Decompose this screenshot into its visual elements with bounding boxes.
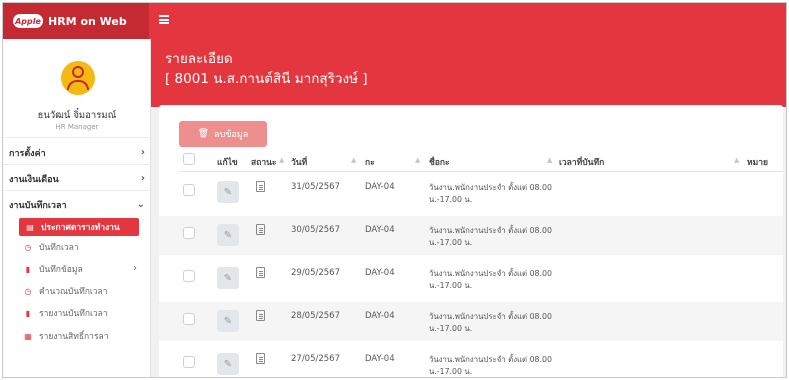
row-date: 29/05/2567 bbox=[291, 268, 340, 278]
submenu-item-label: ประกาศตารางทำงาน bbox=[41, 223, 120, 233]
top-bar: Apple HRM on Web bbox=[3, 3, 786, 39]
edit-pencil-icon[interactable]: ✎ bbox=[217, 181, 239, 203]
chevron-right-icon: › bbox=[140, 173, 145, 184]
page-header: รายละเอียด [ 8001 น.ส.กานต์สินี มากสุริว… bbox=[151, 39, 786, 107]
submenu-item-label: บันทึกเวลา bbox=[39, 243, 79, 253]
app-title: HRM on Web bbox=[48, 14, 127, 28]
user-name: ธนวัฒน์ จิ๋มอารมณ์ bbox=[37, 110, 117, 121]
column-header-recorded-time[interactable]: เวลาที่บันทึก bbox=[559, 155, 604, 169]
row-date: 27/05/2567 bbox=[291, 354, 340, 364]
document-icon[interactable] bbox=[256, 310, 265, 321]
table-row[interactable]: ✎ 29/05/2567 DAY-04 วันงาน.พนักงานประจำ … bbox=[159, 259, 783, 298]
row-checkbox[interactable] bbox=[183, 184, 195, 196]
file-icon: ▮ bbox=[25, 308, 31, 318]
document-icon[interactable] bbox=[256, 267, 265, 278]
sort-icon[interactable]: ▲ bbox=[415, 156, 420, 164]
header-divider bbox=[179, 171, 783, 172]
row-shift-name: วันงาน.พนักงานประจำ ตั้งแต่ 08.00 น.-17.… bbox=[429, 183, 552, 204]
chevron-right-icon: › bbox=[133, 263, 137, 274]
row-checkbox[interactable] bbox=[183, 270, 195, 282]
row-shift-name: วันงาน.พนักงานประจำ ตั้งแต่ 08.00 น.-17.… bbox=[429, 269, 552, 290]
menu-item-label: การตั้งค่า bbox=[9, 149, 46, 159]
table-row[interactable]: ✎ 31/05/2567 DAY-04 วันงาน.พนักงานประจำ … bbox=[159, 173, 783, 212]
row-date: 30/05/2567 bbox=[291, 225, 340, 235]
delete-button-label: ลบข้อมูล bbox=[214, 130, 249, 140]
brand-logo: Apple bbox=[13, 14, 43, 28]
divider bbox=[3, 164, 151, 165]
content-card: 🗑 ลบข้อมูล แก้ไข สถานะ ▲ วันที่ ▲ กะ ▲ ช… bbox=[159, 105, 783, 377]
hamburger-menu-icon[interactable] bbox=[159, 15, 169, 24]
page-title: รายละเอียด bbox=[165, 51, 233, 67]
sort-icon[interactable]: ▲ bbox=[734, 156, 739, 164]
chevron-down-icon: ⌄ bbox=[136, 199, 145, 210]
document-icon[interactable] bbox=[256, 181, 265, 192]
app-window: Apple HRM on Web ธนวัฒน์ จิ๋มอารมณ์ HR M… bbox=[2, 2, 787, 378]
chevron-right-icon: › bbox=[140, 147, 145, 158]
document-icon[interactable] bbox=[256, 353, 265, 364]
submenu-item-label: รายงานสิทธิ์การลา bbox=[39, 332, 109, 342]
row-shift: DAY-04 bbox=[365, 182, 395, 192]
edit-pencil-icon[interactable]: ✎ bbox=[217, 310, 239, 332]
edit-pencil-icon[interactable]: ✎ bbox=[217, 353, 239, 375]
row-shift-name: วันงาน.พนักงานประจำ ตั้งแต่ 08.00 น.-17.… bbox=[429, 312, 552, 333]
sort-icon[interactable]: ▲ bbox=[547, 156, 552, 164]
sidebar: ธนวัฒน์ จิ๋มอารมณ์ HR Manager การตั้งค่า… bbox=[3, 39, 151, 377]
clock-icon: ◷ bbox=[24, 286, 32, 296]
row-shift-name: วันงาน.พนักงานประจำ ตั้งแต่ 08.00 น.-17.… bbox=[429, 355, 552, 376]
column-header-status[interactable]: สถานะ bbox=[251, 155, 276, 169]
column-header-shift-name[interactable]: ชื่อกะ bbox=[429, 155, 450, 169]
row-date: 31/05/2567 bbox=[291, 182, 340, 192]
delete-button[interactable]: 🗑 ลบข้อมูล bbox=[179, 121, 267, 147]
user-icon-body bbox=[67, 80, 89, 90]
menu-item-time-attendance[interactable]: งานบันทึกเวลา ⌄ bbox=[3, 196, 151, 214]
row-shift: DAY-04 bbox=[365, 354, 395, 364]
table-row[interactable]: ✎ 27/05/2567 DAY-04 วันงาน.พนักงานประจำ … bbox=[159, 345, 783, 377]
edit-pencil-icon[interactable]: ✎ bbox=[217, 267, 239, 289]
sort-icon[interactable]: ▲ bbox=[279, 156, 284, 164]
table-row[interactable]: ✎ 30/05/2567 DAY-04 วันงาน.พนักงานประจำ … bbox=[159, 216, 783, 255]
menu-item-payroll[interactable]: งานเงินเดือน › bbox=[3, 170, 151, 188]
select-all-checkbox[interactable] bbox=[183, 153, 195, 165]
user-role: HR Manager bbox=[55, 123, 99, 131]
submenu-item-label: คำนวณบันทึกเวลา bbox=[39, 287, 108, 297]
column-header-edit[interactable]: แก้ไข bbox=[217, 155, 238, 169]
submenu-item-label: รายงานบันทึกเวลา bbox=[39, 309, 108, 319]
divider bbox=[3, 190, 151, 191]
column-header-shift[interactable]: กะ bbox=[365, 155, 375, 169]
column-header-date[interactable]: วันที่ bbox=[291, 155, 307, 169]
clock-icon: ◷ bbox=[24, 242, 32, 252]
divider bbox=[3, 137, 151, 138]
trash-icon: 🗑 bbox=[197, 129, 210, 139]
submenu-item-calculate-time[interactable]: ◷ คำนวณบันทึกเวลา bbox=[3, 282, 151, 300]
menu-item-settings[interactable]: การตั้งค่า › bbox=[3, 144, 151, 162]
table-icon: ▦ bbox=[24, 331, 32, 341]
user-icon bbox=[72, 66, 84, 78]
submenu-item-time-report[interactable]: ▮ รายงานบันทึกเวลา bbox=[3, 304, 151, 322]
file-icon: ▮ bbox=[25, 264, 31, 274]
row-checkbox[interactable] bbox=[183, 313, 195, 325]
row-shift: DAY-04 bbox=[365, 268, 395, 278]
calendar-icon: ▤ bbox=[26, 222, 34, 232]
edit-pencil-icon[interactable]: ✎ bbox=[217, 224, 239, 246]
menu-item-label: งานบันทึกเวลา bbox=[9, 201, 67, 211]
sort-icon[interactable]: ▲ bbox=[351, 156, 356, 164]
submenu-item-data-entry[interactable]: ▮ บันทึกข้อมูล › bbox=[3, 260, 151, 278]
row-shift: DAY-04 bbox=[365, 311, 395, 321]
row-checkbox[interactable] bbox=[183, 227, 195, 239]
menu-item-label: งานเงินเดือน bbox=[9, 175, 59, 185]
submenu-item-leave-report[interactable]: ▦ รายงานสิทธิ์การลา bbox=[3, 327, 151, 345]
page-subtitle: [ 8001 น.ส.กานต์สินี มากสุริวงษ์ ] bbox=[165, 71, 368, 87]
submenu-item-label: บันทึกข้อมูล bbox=[39, 265, 83, 275]
brand[interactable]: Apple HRM on Web bbox=[3, 3, 149, 39]
row-date: 28/05/2567 bbox=[291, 311, 340, 321]
document-icon[interactable] bbox=[256, 224, 265, 235]
row-shift: DAY-04 bbox=[365, 225, 395, 235]
submenu-item-work-schedule[interactable]: ▤ ประกาศตารางทำงาน bbox=[19, 218, 139, 236]
submenu-item-time-record[interactable]: ◷ บันทึกเวลา bbox=[3, 238, 151, 256]
row-checkbox[interactable] bbox=[183, 356, 195, 368]
avatar[interactable] bbox=[61, 61, 95, 95]
column-header-remark[interactable]: หมาย bbox=[747, 155, 768, 169]
row-shift-name: วันงาน.พนักงานประจำ ตั้งแต่ 08.00 น.-17.… bbox=[429, 226, 552, 247]
table-row[interactable]: ✎ 28/05/2567 DAY-04 วันงาน.พนักงานประจำ … bbox=[159, 302, 783, 341]
